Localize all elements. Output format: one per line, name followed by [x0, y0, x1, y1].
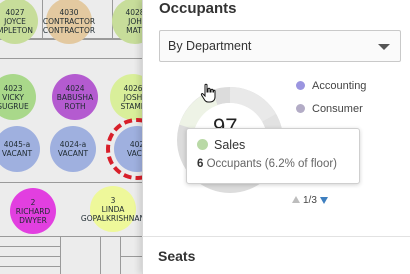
seat-number: 4024 — [65, 83, 85, 93]
seat-number: 4023 — [3, 83, 23, 93]
tooltip-detail: Occupants (6.2% of floor) — [206, 158, 338, 170]
seat-marker[interactable]: 2 RICHARD DWYER — [10, 188, 56, 234]
seat-occupant-last: ROTH — [64, 101, 86, 111]
seat-marker-selected[interactable]: 402 VACA — [114, 126, 142, 172]
legend-label: Consumer — [312, 103, 363, 115]
seat-number: 402 — [129, 140, 142, 149]
section-divider — [142, 236, 410, 237]
chevron-down-icon — [378, 44, 390, 50]
seat-number: 4030 — [59, 7, 79, 17]
legend-item-consumer[interactable]: Consumer — [296, 103, 363, 115]
seat-marker[interactable]: 4023 VICKY SUGRUE — [0, 74, 36, 120]
tooltip-count: 6 — [197, 158, 204, 170]
seat-number: 4026 — [123, 83, 142, 93]
seat-occupant-last: GOPALKRISHNAN — [80, 213, 142, 223]
seat-marker[interactable]: 4045-a VACANT — [0, 126, 40, 172]
floor-plan[interactable]: 4027 JOYCE MPLETON 4030 CONTRACTOR CONTR… — [0, 0, 142, 274]
dropdown-value: By Department — [168, 39, 252, 53]
panel-title: Occupants — [159, 0, 237, 17]
seat-occupant-first: VACA — [126, 149, 142, 158]
chart-tooltip: Sales 6 Occupants (6.2% of floor) — [186, 128, 360, 184]
legend-item-accounting[interactable]: Accounting — [296, 80, 366, 92]
seat-occupant-last: SUGRUE — [0, 101, 29, 111]
group-by-dropdown[interactable]: By Department — [159, 30, 401, 62]
page-down-icon[interactable] — [319, 197, 328, 204]
wall — [0, 256, 60, 257]
seat-occupant-first: BABUSHA — [56, 92, 94, 102]
wall — [0, 58, 142, 59]
seat-occupant-first: VACANT — [57, 149, 89, 158]
seat-number: 4024-a — [59, 140, 87, 149]
tooltip-department: Sales — [214, 138, 246, 152]
seat-occupant-first: JOH — [128, 16, 142, 26]
wall — [120, 236, 121, 274]
seat-occupant-last: CONTRACTOR — [42, 25, 96, 35]
wall — [0, 182, 142, 183]
seat-occupant-first: VACANT — [1, 149, 33, 158]
wall — [0, 266, 60, 267]
legend-pager: 1/3 — [292, 195, 328, 206]
seat-number: 4027 — [5, 7, 25, 17]
seat-number: 4045-a — [3, 140, 31, 149]
tooltip-color-dot — [197, 139, 208, 150]
seat-occupant-first: LINDA — [101, 204, 125, 214]
seat-number: 3 — [110, 195, 116, 205]
seat-occupant-last: DWYER — [19, 215, 47, 225]
wall — [100, 236, 101, 274]
seat-occupant-first: CONTRACTOR — [42, 16, 96, 26]
seats-section-title[interactable]: Seats — [158, 248, 195, 264]
seat-occupant-first: JOYCE — [4, 16, 26, 26]
pager-text: 1/3 — [303, 195, 317, 206]
seat-occupant-last: MPLETON — [0, 25, 33, 35]
page-up-icon[interactable] — [292, 196, 300, 203]
seat-occupant-first: VICKY — [2, 92, 24, 102]
legend-dot — [296, 104, 305, 113]
wall — [0, 246, 60, 247]
seat-marker[interactable]: 4026 JOSH STAME — [110, 74, 142, 120]
seat-marker[interactable]: 4024-a VACANT — [50, 126, 96, 172]
legend-label: Accounting — [312, 80, 367, 92]
seat-occupant-first: JOSH — [123, 92, 142, 102]
seat-marker[interactable]: 4030 CONTRACTOR CONTRACTOR — [42, 0, 96, 44]
seat-number: 4028 — [125, 7, 142, 17]
hand-cursor-icon — [200, 83, 216, 103]
seat-occupant-last: STAME — [120, 101, 142, 111]
seat-marker[interactable]: 3 LINDA GOPALKRISHNAN — [81, 186, 142, 232]
wall — [120, 256, 142, 257]
legend-dot — [296, 81, 305, 90]
seat-number: 2 — [30, 197, 36, 207]
seat-occupant-first: RICHARD — [15, 206, 51, 216]
seat-marker[interactable]: 4024 BABUSHA ROTH — [52, 74, 98, 120]
seat-occupant-last: MATI — [126, 25, 142, 35]
wall — [60, 236, 61, 274]
